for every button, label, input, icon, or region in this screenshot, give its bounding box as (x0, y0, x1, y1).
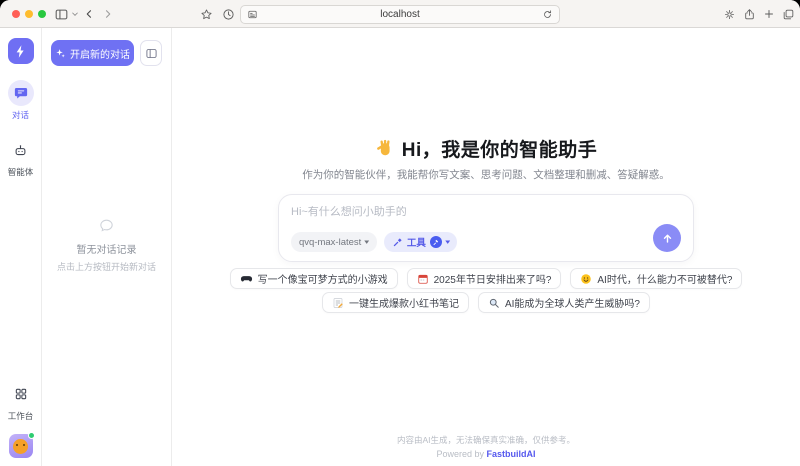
back-icon[interactable] (82, 0, 96, 28)
chat-main: Hi，我是你的智能助手 作为你的智能伙伴，我能帮你写文案、思考问题、文档整理和删… (172, 28, 800, 466)
share-icon[interactable] (741, 0, 757, 28)
arrow-up-icon (661, 232, 674, 245)
greeting: Hi，我是你的智能助手 (172, 135, 800, 162)
grid-icon (8, 381, 34, 407)
sidebar-item-label: 智能体 (8, 166, 34, 178)
page-title: Hi，我是你的智能助手 (402, 135, 598, 162)
zoom-window-button[interactable] (38, 10, 46, 18)
suggestion-chip[interactable]: 写一个像宝可梦方式的小游戏 (230, 268, 398, 289)
chat-bubble-icon (8, 80, 34, 106)
hammer-icon (430, 236, 442, 248)
suggestion-row: 一键生成爆款小红书笔记 AI能成为全球人类产生威胁吗? (172, 292, 800, 313)
sidebar-item-label: 工作台 (8, 410, 34, 422)
ai-disclaimer: 内容由AI生成，无法确保真实准确，仅供参考。 (172, 434, 800, 446)
minimize-window-button[interactable] (25, 10, 33, 18)
powered-by: Powered by FastbuildAI (172, 449, 800, 459)
browser-window: localhost (0, 0, 800, 466)
empty-state: 暂无对话记录 点击上方按钮开始新对话 (51, 36, 162, 454)
tools-selector[interactable]: 工具 ▾ (384, 232, 458, 252)
smiley-icon (580, 273, 592, 285)
lightning-bolt-icon (13, 44, 28, 59)
chevron-down-icon[interactable] (70, 0, 80, 28)
tool-icon (392, 237, 403, 248)
suggestion-label: AI能成为全球人类产生威胁吗? (505, 295, 640, 310)
suggestion-label: 一键生成爆款小红书笔记 (349, 295, 459, 310)
empty-subtitle: 点击上方按钮开始新对话 (57, 260, 156, 273)
settings-gear-icon[interactable] (721, 0, 737, 28)
suggestion-chip[interactable]: 2025年节日安排出来了吗? (407, 268, 562, 289)
app-logo[interactable] (8, 38, 34, 64)
send-button[interactable] (653, 224, 681, 252)
conversation-sidebar: 开启新的对话 暂无对话记录 点击上方按钮开始新对话 (42, 28, 172, 466)
forward-icon[interactable] (101, 0, 115, 28)
magnifier-icon (488, 297, 500, 309)
empty-title: 暂无对话记录 (77, 241, 137, 256)
sidebar-item-label: 对话 (12, 109, 29, 121)
page-settings-icon[interactable] (247, 9, 258, 20)
calendar-icon (417, 273, 429, 285)
greeting-subtitle: 作为你的智能伙伴，我能帮你写文案、思考问题、文档整理和删减、答疑解惑。 (172, 167, 800, 182)
nav-rail: 对话 智能体 工作台 (0, 28, 42, 466)
app-shell: 对话 智能体 工作台 (0, 28, 800, 466)
waving-hand-icon (375, 139, 395, 159)
bookmark-star-icon[interactable] (198, 0, 214, 28)
online-status-dot (28, 432, 35, 439)
suggestion-label: 写一个像宝可梦方式的小游戏 (258, 271, 388, 286)
robot-icon (8, 137, 34, 163)
user-avatar[interactable] (9, 434, 33, 458)
sidebar-item-agents[interactable]: 智能体 (8, 137, 34, 178)
sidebar-toggle-icon[interactable] (52, 0, 70, 28)
tabs-overview-icon[interactable] (780, 0, 796, 28)
close-window-button[interactable] (12, 10, 20, 18)
chevron-down-icon: ▾ (445, 239, 450, 246)
game-controller-icon (240, 272, 253, 285)
suggestion-row: 写一个像宝可梦方式的小游戏 2025年节日安排出来了吗? AI时代，什么能力不可… (172, 268, 800, 289)
page-footer: 内容由AI生成，无法确保真实准确，仅供参考。 Powered by Fastbu… (172, 434, 800, 459)
memo-icon (332, 297, 344, 309)
suggestion-label: AI时代，什么能力不可被替代? (597, 271, 732, 286)
chevron-down-icon: ▾ (365, 239, 370, 246)
suggestion-chip[interactable]: AI时代，什么能力不可被替代? (570, 268, 742, 289)
model-selector[interactable]: qvq-max-latest ▾ (291, 232, 377, 252)
input-controls: qvq-max-latest ▾ 工具 ▾ (291, 224, 681, 252)
model-name: qvq-max-latest (299, 237, 361, 248)
tools-label: 工具 (407, 235, 426, 249)
suggestion-chip[interactable]: AI能成为全球人类产生威胁吗? (478, 292, 650, 313)
sidebar-item-chat[interactable]: 对话 (8, 80, 34, 121)
url-text: localhost (258, 9, 542, 20)
browser-toolbar: localhost (0, 0, 800, 28)
sidebar-item-workspace[interactable]: 工作台 (8, 381, 34, 422)
history-clock-icon[interactable] (220, 0, 236, 28)
reload-icon[interactable] (542, 9, 553, 20)
suggestion-label: 2025年节日安排出来了吗? (434, 271, 552, 286)
powered-by-text: Powered by (436, 449, 484, 459)
address-bar[interactable]: localhost (240, 5, 560, 24)
new-tab-plus-icon[interactable] (761, 0, 777, 28)
chat-input[interactable] (291, 206, 681, 218)
brand-link[interactable]: FastbuildAI (487, 449, 536, 459)
avatar-face (13, 439, 28, 454)
chat-input-card: qvq-max-latest ▾ 工具 ▾ (278, 194, 694, 262)
suggestion-chip[interactable]: 一键生成爆款小红书笔记 (322, 292, 469, 313)
empty-bubble-icon (98, 217, 115, 234)
